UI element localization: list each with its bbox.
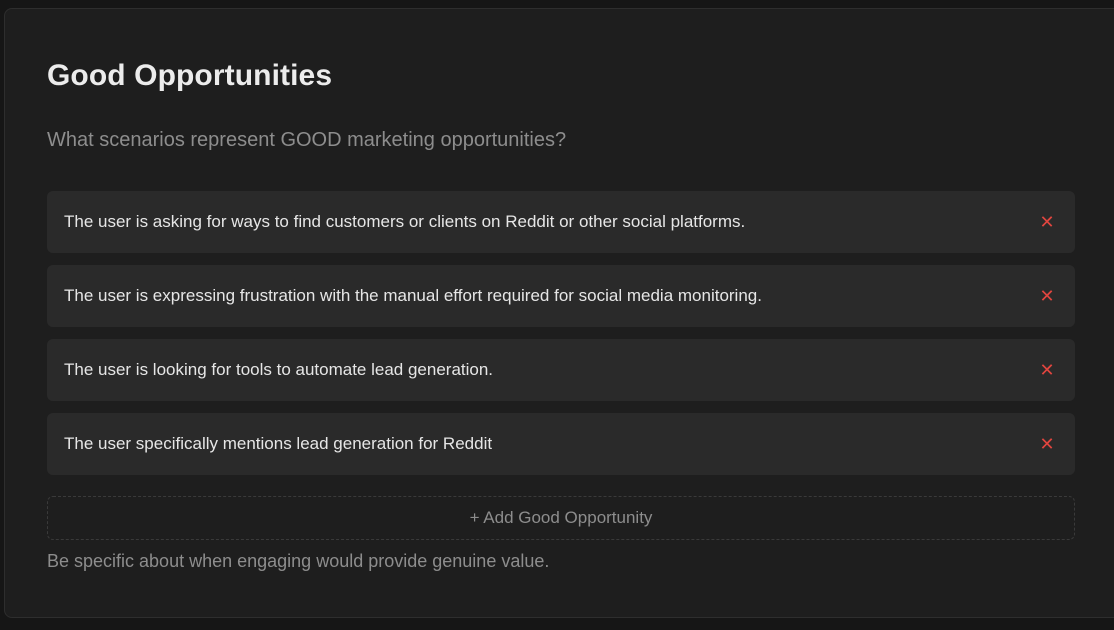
opportunity-text: The user specifically mentions lead gene… (64, 434, 493, 453)
opportunity-item: The user is looking for tools to automat… (47, 339, 1075, 401)
remove-icon[interactable]: ✕ (1035, 432, 1059, 456)
opportunity-text: The user is asking for ways to find cust… (64, 212, 746, 231)
opportunity-text: The user is expressing frustration with … (64, 286, 762, 305)
opportunity-item: The user is asking for ways to find cust… (47, 191, 1075, 253)
remove-icon[interactable]: ✕ (1035, 210, 1059, 234)
section-title: Good Opportunities (47, 59, 333, 92)
remove-icon[interactable]: ✕ (1035, 358, 1059, 382)
opportunity-list: The user is asking for ways to find cust… (47, 191, 1075, 487)
opportunity-item: The user specifically mentions lead gene… (47, 413, 1075, 475)
helper-text: Be specific about when engaging would pr… (47, 551, 550, 571)
add-good-opportunity-button[interactable]: + Add Good Opportunity (47, 496, 1075, 540)
remove-icon[interactable]: ✕ (1035, 284, 1059, 308)
opportunity-item: The user is expressing frustration with … (47, 265, 1075, 327)
good-opportunities-panel: Good Opportunities What scenarios repres… (4, 8, 1114, 618)
opportunity-text: The user is looking for tools to automat… (64, 360, 494, 379)
section-subtitle: What scenarios represent GOOD marketing … (47, 129, 567, 151)
